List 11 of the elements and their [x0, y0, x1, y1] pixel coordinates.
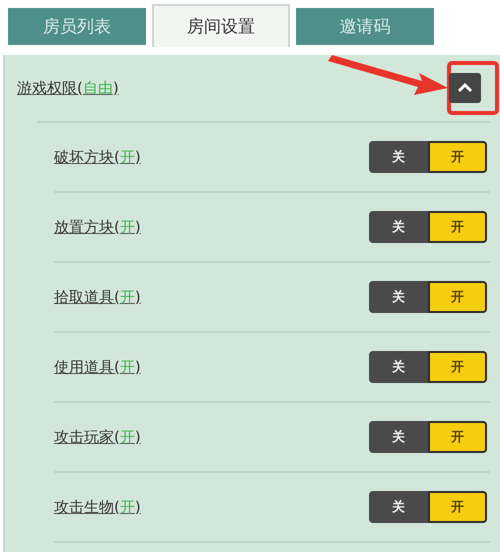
- permission-label: 破坏方块(开): [54, 148, 141, 166]
- permission-label: 拾取道具(开): [54, 288, 141, 306]
- tab[interactable]: 房间设置: [152, 4, 290, 47]
- chevron-icon: [457, 83, 473, 93]
- permission-label: 使用道具(开): [54, 358, 141, 376]
- permission-label: 放置方块(开): [54, 218, 141, 236]
- permission-label: 攻击玩家(开): [54, 428, 141, 446]
- highlight-box: [447, 61, 499, 115]
- section-title: 游戏权限(自由): [17, 78, 119, 98]
- collapse-button[interactable]: [449, 73, 481, 103]
- permission-label: 攻击生物(开): [54, 498, 141, 516]
